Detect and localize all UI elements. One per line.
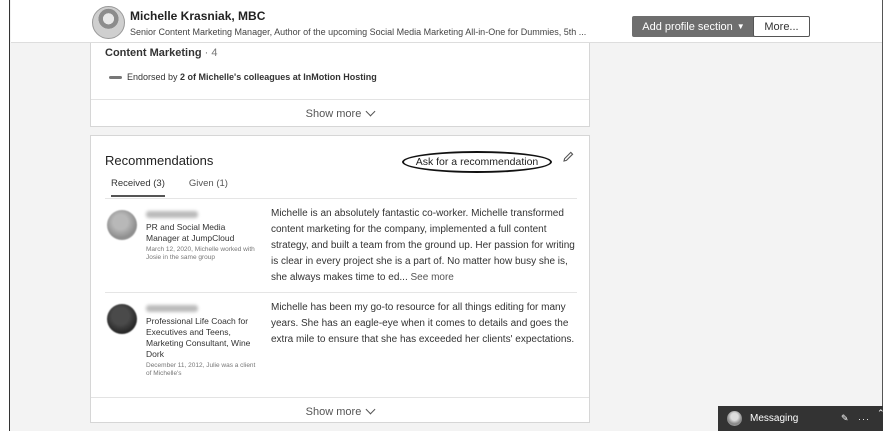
sticky-profile-header: Michelle Krasniak, MBC Senior Content Ma… <box>11 0 882 43</box>
profile-name[interactable]: Michelle Krasniak, MBC <box>130 9 265 23</box>
show-more-label: Show more <box>305 107 362 120</box>
recommendations-show-more-button[interactable]: Show more <box>91 397 589 425</box>
skill-item[interactable]: Content Marketing · 4 <box>105 47 217 59</box>
more-button[interactable]: More... <box>753 16 810 37</box>
skill-endorsement-count: · 4 <box>201 47 218 59</box>
recommendation-divider <box>105 292 577 293</box>
recommendation-text: Michelle has been my go-to resource for … <box>271 302 575 345</box>
endorsed-colleagues: 2 of Michelle's colleagues at InMotion H… <box>180 72 377 82</box>
endorser-avatar-icon <box>109 75 122 79</box>
ask-for-recommendation-button[interactable]: Ask for a recommendation <box>402 151 552 173</box>
recommendations-title: Recommendations <box>105 153 214 168</box>
compose-icon[interactable]: ✎ <box>841 413 849 424</box>
add-profile-section-label: Add profile section <box>642 20 733 33</box>
more-dots-icon[interactable]: ··· <box>858 414 870 424</box>
chevron-down-icon <box>365 106 376 116</box>
recommendation-meta: March 12, 2020, Michelle worked with Jos… <box>146 246 255 261</box>
skills-show-more-button[interactable]: Show more <box>91 99 589 127</box>
chevron-down-icon <box>365 404 376 414</box>
recommender-role: PR and Social Media Manager at JumpCloud <box>146 222 235 243</box>
recommender-name-redacted[interactable] <box>146 211 198 218</box>
add-profile-section-button[interactable]: Add profile section ▼ <box>632 16 755 37</box>
messaging-bar[interactable]: Messaging ✎ ··· ⌃ <box>718 406 883 431</box>
tabs-divider <box>105 198 577 199</box>
recommendation-item: PR and Social Media Manager at JumpCloud… <box>105 206 577 290</box>
see-more-link[interactable]: See more <box>411 272 454 283</box>
messaging-avatar <box>727 411 742 426</box>
show-more-label: Show more <box>305 405 362 418</box>
recommendation-text: Michelle is an absolutely fantastic co-w… <box>271 206 577 286</box>
recommender-role: Professional Life Coach for Executives a… <box>146 316 251 359</box>
tab-given[interactable]: Given (1) <box>189 178 228 197</box>
skill-name: Content Marketing <box>105 47 202 59</box>
endorsement-text: Endorsed by 2 of Michelle's colleagues a… <box>127 72 377 82</box>
caret-down-icon: ▼ <box>736 22 745 31</box>
chevron-up-icon[interactable]: ⌃ <box>877 408 883 419</box>
recommender-avatar[interactable] <box>107 304 137 334</box>
endorsement-summary[interactable]: Endorsed by 2 of Michelle's colleagues a… <box>109 72 377 82</box>
profile-avatar[interactable] <box>92 6 125 39</box>
profile-headline: Senior Content Marketing Manager, Author… <box>130 27 587 37</box>
recommender-name-redacted[interactable] <box>146 305 198 312</box>
recommendation-meta: December 11, 2012, Julie was a client of… <box>146 362 256 377</box>
tab-received[interactable]: Received (3) <box>111 178 165 197</box>
pencil-icon[interactable] <box>561 150 575 164</box>
skills-card: Content Marketing · 4 Endorsed by 2 of M… <box>90 43 590 127</box>
messaging-label: Messaging <box>750 413 799 424</box>
recommender-avatar[interactable] <box>107 210 137 240</box>
recommendation-item: Professional Life Coach for Executives a… <box>105 300 577 396</box>
endorsed-prefix: Endorsed by <box>127 72 181 82</box>
recommendations-card: Recommendations Ask for a recommendation… <box>90 135 590 423</box>
recommendations-tabs: Received (3) Given (1) <box>111 178 228 197</box>
window-left-edge <box>0 0 10 431</box>
